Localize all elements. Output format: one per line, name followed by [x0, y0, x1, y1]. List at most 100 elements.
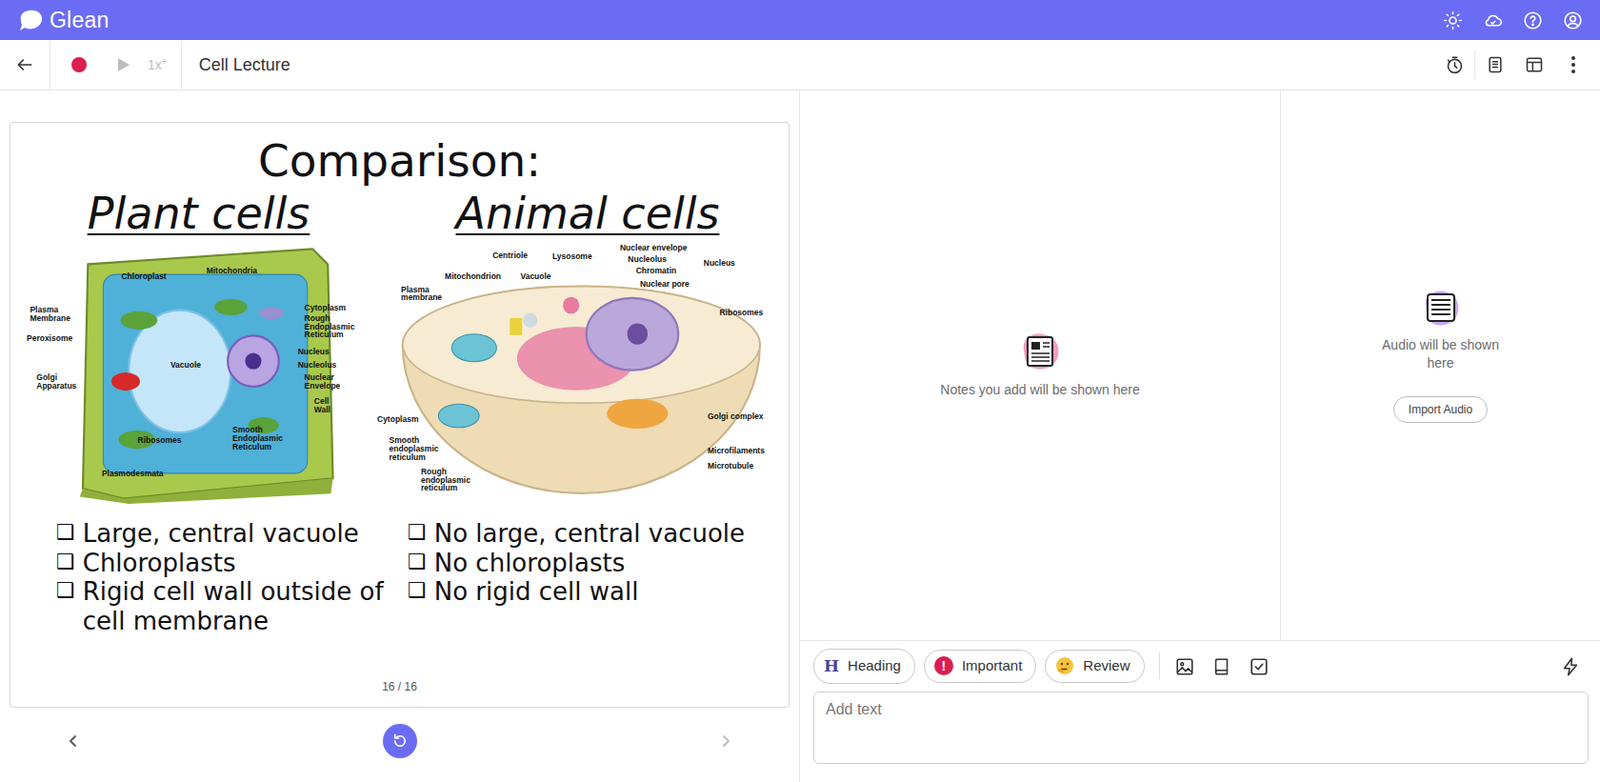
tag-label: Review: [1082, 655, 1130, 678]
back-button[interactable]: [0, 40, 50, 91]
column-heading: Animal cells: [386, 187, 789, 240]
bullet-text: No rigid cell wall: [434, 577, 640, 607]
slide-column: Plant cellsChloroplastMitochondriaPlasma…: [10, 185, 387, 637]
bullet-item: ❑No large, central vacuole: [407, 519, 789, 549]
lecture-toolbar: 1x+ Cell Lecture: [0, 40, 1600, 91]
audio-empty-text: Audio will be shown here: [1369, 336, 1513, 374]
bullet-mark: ❑: [56, 519, 76, 549]
record-icon: [70, 56, 88, 74]
insert-task-button[interactable]: [1248, 654, 1270, 678]
figure-label: Rough Endoplasmic Reticulum: [304, 314, 362, 340]
figure-label: Microtubule: [707, 461, 754, 471]
heading-letter-icon: H: [823, 654, 840, 680]
slide: Comparison: Plant cellsChloroplastMitoch…: [9, 121, 790, 708]
figure-label: Chloroplast: [120, 272, 166, 281]
account-icon[interactable]: [1562, 10, 1583, 31]
audio-illustration-icon: [1420, 288, 1462, 329]
slide-column: Animal cellsCentrioleLysosomeNuclear env…: [386, 185, 789, 637]
timestamp-button[interactable]: [1435, 40, 1475, 91]
bullet-item: ❑Rigid cell wall outside of cell membran…: [56, 577, 401, 636]
playback-speed[interactable]: 1x+: [140, 55, 176, 76]
slide-page-number: 16 / 16: [10, 678, 789, 707]
figure-label: Nucleus: [703, 259, 736, 268]
tag-button[interactable]: ! Important: [923, 649, 1037, 683]
checkbox-icon: [1248, 656, 1270, 678]
figure-label: Vacuole: [520, 272, 551, 281]
previous-slide-button[interactable]: [66, 734, 80, 748]
timer-icon: [1444, 55, 1465, 76]
logo[interactable]: Glean: [17, 3, 109, 38]
book-icon: [1211, 656, 1233, 678]
bullet-list: ❑No large, central vacuole❑No chloroplas…: [386, 519, 789, 607]
speed-value: 1x: [147, 57, 162, 73]
figure-label: Cytoplasm: [304, 303, 346, 313]
bullet-text: No large, central vacuole: [434, 519, 745, 549]
document-icon: [1485, 55, 1505, 75]
layout-button[interactable]: [1514, 40, 1554, 91]
speed-badge: +: [161, 56, 168, 67]
tag-label: Important: [961, 655, 1022, 678]
figure-label: Plasmodesmata: [101, 469, 164, 479]
audio-panel: Audio will be shown here Import Audio: [1280, 90, 1600, 640]
bullet-mark: ❑: [407, 548, 427, 579]
bullet-item: ❑Chloroplasts: [56, 548, 401, 579]
app-name: Glean: [49, 3, 109, 38]
next-slide-button[interactable]: [719, 734, 733, 748]
insert-definition-button[interactable]: [1211, 654, 1233, 678]
playback-controls: 1x+: [107, 40, 176, 91]
notes-illustration-icon: [1018, 330, 1062, 373]
bullet-item: ❑No rigid cell wall: [407, 577, 789, 607]
cloud-sync-icon[interactable]: [1482, 10, 1503, 31]
back-arrow-icon: [15, 55, 35, 75]
lightning-icon: [1560, 656, 1581, 678]
theme-sun-icon[interactable]: [1442, 10, 1463, 31]
bullet-mark: ❑: [407, 519, 427, 549]
plant-cell-diagram: ChloroplastMitochondriaPlasma MembranePe…: [26, 243, 354, 504]
import-audio-button[interactable]: Import Audio: [1393, 396, 1488, 423]
kebab-menu-icon: [1570, 55, 1577, 75]
tag-label: Heading: [847, 655, 901, 678]
note-text-input[interactable]: [813, 691, 1589, 764]
animal-cell-diagram: CentrioleLysosomeNuclear envelopeNucleol…: [377, 243, 776, 504]
figure-label: Plasma Membrane: [29, 305, 76, 323]
play-button[interactable]: [107, 40, 140, 91]
note-editor: H Heading! Important Review: [800, 640, 1600, 782]
tag-button[interactable]: H Heading: [813, 648, 916, 685]
figure-label: Rough endoplasmic reticulum: [420, 467, 479, 494]
figure-label: Golgi complex: [707, 412, 764, 421]
insert-image-button[interactable]: [1174, 654, 1196, 678]
figure-label: Nuclear pore: [640, 280, 690, 289]
bullet-text: No chloroplasts: [434, 548, 626, 579]
reset-view-button[interactable]: [382, 723, 418, 759]
transcript-button[interactable]: [1475, 40, 1515, 91]
more-button[interactable]: [1553, 40, 1593, 91]
figure-label: Cell Wall: [314, 397, 343, 415]
notes-empty-text: Notes you add will be shown here: [940, 380, 1140, 400]
bullet-item: ❑Large, central vacuole: [56, 519, 401, 549]
column-heading: Plant cells: [10, 187, 387, 240]
rotate-icon: [391, 732, 409, 750]
figure-label: Lysosome: [552, 252, 593, 261]
slide-navigation: [9, 707, 790, 775]
tag-button[interactable]: Review: [1044, 649, 1144, 683]
figure-label: Ribosomes: [138, 436, 182, 445]
bullet-mark: ❑: [56, 548, 76, 579]
bullet-text: Chloroplasts: [82, 548, 237, 579]
figure-label: Microfilaments: [707, 446, 765, 456]
bullet-item: ❑No chloroplasts: [407, 548, 789, 579]
thinking-face-icon: [1055, 656, 1075, 676]
figure-label: Centriole: [492, 251, 528, 260]
figure-label: Nucleus: [298, 347, 330, 357]
figure-label: Nuclear Envelope: [304, 373, 360, 391]
play-icon: [117, 57, 131, 73]
help-icon[interactable]: [1522, 10, 1543, 31]
lecture-title[interactable]: Cell Lecture: [181, 52, 1436, 79]
figure-label: Cytoplasm: [377, 415, 419, 424]
slides-panel: Comparison: Plant cellsChloroplastMitoch…: [0, 90, 800, 782]
slide-title: Comparison:: [10, 136, 789, 186]
alert-icon: !: [934, 656, 954, 676]
figure-label: Chromatin: [636, 266, 678, 276]
quick-actions-button[interactable]: [1560, 654, 1581, 678]
bullet-text: Rigid cell wall outside of cell membrane: [82, 577, 401, 636]
record-button[interactable]: [50, 40, 108, 91]
